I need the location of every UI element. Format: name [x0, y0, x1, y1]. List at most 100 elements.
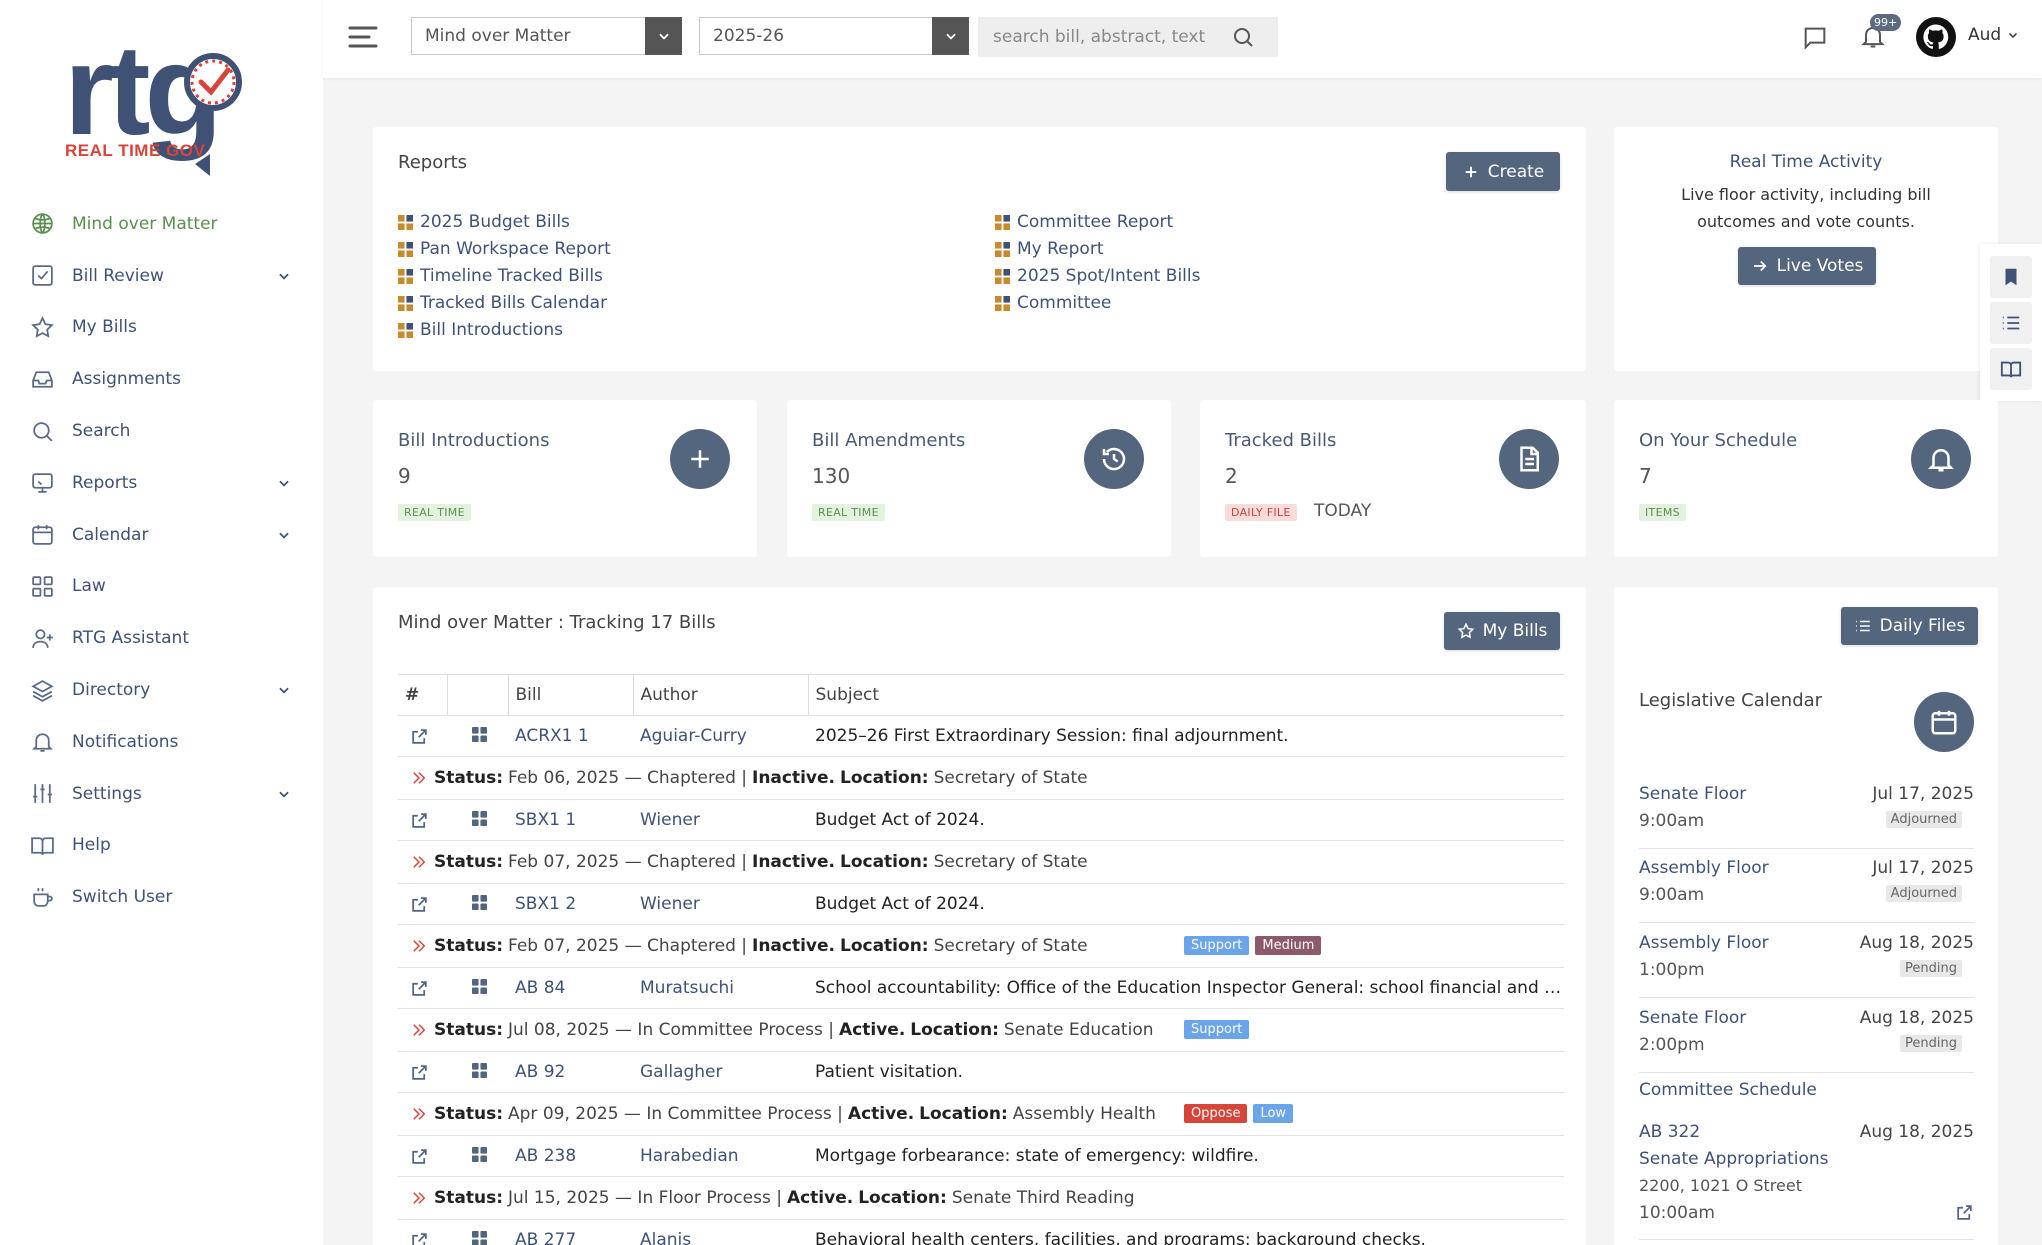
report-link[interactable]: My Report: [995, 239, 1104, 259]
my-bills-button[interactable]: My Bills: [1444, 612, 1560, 650]
bill-author[interactable]: Wiener: [633, 883, 808, 925]
grid-icon[interactable]: [472, 1146, 491, 1166]
chevron-down-icon[interactable]: [932, 16, 969, 55]
external-link-icon[interactable]: [1955, 1203, 1974, 1222]
external-link-icon[interactable]: [410, 727, 429, 746]
sidebar-item-assignments[interactable]: Assignments: [0, 353, 323, 405]
report-link[interactable]: Tracked Bills Calendar: [398, 293, 607, 313]
bill-id[interactable]: SBX1 2: [508, 883, 633, 925]
bill-author[interactable]: Wiener: [633, 799, 808, 841]
bill-id[interactable]: AB 277: [508, 1219, 633, 1245]
bill-author[interactable]: Aguiar-Curry: [633, 715, 808, 757]
external-link-icon[interactable]: [410, 1231, 429, 1245]
bill-id[interactable]: ACRX1 1: [508, 715, 633, 757]
sidebar-item-switch-user[interactable]: Switch User: [0, 871, 323, 923]
search-icon[interactable]: [1231, 25, 1255, 49]
grid-icon[interactable]: [472, 894, 491, 914]
bell-icon[interactable]: [1911, 429, 1971, 489]
sidebar-item-bill-review[interactable]: Bill Review: [0, 250, 323, 302]
sidebar-item-rtg-assistant[interactable]: RTG Assistant: [0, 612, 323, 664]
grid-icon[interactable]: [472, 726, 491, 746]
sidebar-item-help[interactable]: Help: [0, 820, 323, 872]
report-link[interactable]: Bill Introductions: [398, 320, 563, 340]
stat-card-tracked-bills[interactable]: Tracked Bills 2 DAILY FILE TODAY: [1200, 400, 1586, 557]
sidebar-item-notifications[interactable]: Notifications: [0, 716, 323, 768]
calendar-event[interactable]: Assembly Floor Jul 17, 2025 9:00am Adjou…: [1639, 858, 1974, 923]
daily-files-button[interactable]: Daily Files: [1841, 607, 1978, 645]
double-chevron-right-icon[interactable]: [410, 769, 428, 787]
sidebar-item-reports[interactable]: Reports: [0, 457, 323, 509]
bill-id[interactable]: AB 84: [508, 967, 633, 1009]
live-votes-button[interactable]: Live Votes: [1738, 247, 1876, 285]
chevron-down-icon[interactable]: [277, 787, 291, 801]
event-name[interactable]: Senate Floor: [1639, 1008, 1746, 1028]
chevron-down-icon[interactable]: [277, 269, 291, 283]
event-name[interactable]: Assembly Floor: [1639, 933, 1769, 953]
calendar-event[interactable]: Senate Floor Aug 18, 2025 2:00pm Pending: [1639, 1008, 1974, 1073]
session-select[interactable]: 2025-26: [699, 16, 969, 55]
bill-id[interactable]: AB 92: [508, 1051, 633, 1093]
bill-id[interactable]: SBX1 1: [508, 799, 633, 841]
document-icon[interactable]: [1499, 429, 1559, 489]
menu-toggle-icon[interactable]: [346, 20, 380, 54]
sidebar-item-my-bills[interactable]: My Bills: [0, 302, 323, 354]
external-link-icon[interactable]: [410, 895, 429, 914]
grid-icon[interactable]: [472, 810, 491, 830]
history-icon[interactable]: [1084, 429, 1144, 489]
calendar-icon[interactable]: [1914, 692, 1974, 752]
report-link[interactable]: Committee: [995, 293, 1111, 313]
chevron-down-icon[interactable]: [277, 528, 291, 542]
double-chevron-right-icon[interactable]: [410, 1105, 428, 1123]
sidebar-item-mind-over-matter[interactable]: Mind over Matter: [0, 198, 323, 250]
workspace-select[interactable]: Mind over Matter: [411, 16, 682, 55]
sidebar-item-settings[interactable]: Settings: [0, 768, 323, 820]
stat-card-bill-amendments[interactable]: Bill Amendments 130 REAL TIME: [787, 400, 1171, 557]
event-name[interactable]: Assembly Floor: [1639, 858, 1769, 878]
position-badge[interactable]: Support: [1184, 936, 1250, 955]
report-link[interactable]: 2025 Spot/Intent Bills: [995, 266, 1201, 286]
sidebar-item-calendar[interactable]: Calendar: [0, 509, 323, 561]
list-icon[interactable]: [1990, 302, 2032, 344]
stat-card-on-your-schedule[interactable]: On Your Schedule 7 ITEMS: [1614, 400, 1998, 557]
grid-icon[interactable]: [472, 1230, 491, 1245]
external-link-icon[interactable]: [410, 1063, 429, 1082]
double-chevron-right-icon[interactable]: [410, 1189, 428, 1207]
report-link[interactable]: Committee Report: [995, 212, 1173, 232]
bill-author[interactable]: Muratsuchi: [633, 967, 808, 1009]
bill-author[interactable]: Alanis: [633, 1219, 808, 1245]
search-input[interactable]: [978, 27, 1223, 47]
report-link[interactable]: 2025 Budget Bills: [398, 212, 570, 232]
bill-author[interactable]: Harabedian: [633, 1135, 808, 1177]
chevron-down-icon[interactable]: [277, 476, 291, 490]
position-badge[interactable]: Oppose: [1184, 1104, 1248, 1123]
calendar-event[interactable]: Assembly Floor Aug 18, 2025 1:00pm Pendi…: [1639, 933, 1974, 998]
sidebar-item-law[interactable]: Law: [0, 561, 323, 613]
double-chevron-right-icon[interactable]: [410, 853, 428, 871]
priority-badge[interactable]: Medium: [1255, 936, 1322, 955]
avatar[interactable]: [1916, 17, 1956, 57]
grid-icon[interactable]: [472, 978, 491, 998]
bookmark-icon[interactable]: [1990, 256, 2032, 298]
report-link[interactable]: Timeline Tracked Bills: [398, 266, 603, 286]
committee-bill[interactable]: AB 322: [1639, 1122, 1700, 1142]
column-header[interactable]: Subject: [807, 674, 1564, 716]
committee-name[interactable]: Senate Appropriations: [1639, 1149, 1829, 1169]
chevron-down-icon[interactable]: [645, 16, 682, 55]
sidebar-item-search[interactable]: Search: [0, 405, 323, 457]
stat-card-bill-introductions[interactable]: Bill Introductions 9 REAL TIME: [373, 400, 757, 557]
committee-event[interactable]: AB 322 Aug 18, 2025 Senate Appropriation…: [1639, 1122, 1974, 1240]
event-name[interactable]: Senate Floor: [1639, 784, 1746, 804]
double-chevron-right-icon[interactable]: [410, 1021, 428, 1039]
grid-icon[interactable]: [472, 1062, 491, 1082]
report-link[interactable]: Pan Workspace Report: [398, 239, 611, 259]
priority-badge[interactable]: Low: [1253, 1104, 1294, 1123]
user-menu[interactable]: Aud: [1968, 25, 2019, 45]
external-link-icon[interactable]: [410, 1147, 429, 1166]
calendar-event[interactable]: Senate Floor Jul 17, 2025 9:00am Adjourn…: [1639, 784, 1974, 849]
bill-id[interactable]: AB 238: [508, 1135, 633, 1177]
double-chevron-right-icon[interactable]: [410, 937, 428, 955]
book-icon[interactable]: [1990, 348, 2032, 390]
chat-icon[interactable]: [1801, 24, 1829, 52]
create-report-button[interactable]: Create: [1446, 152, 1560, 191]
chevron-down-icon[interactable]: [277, 683, 291, 697]
